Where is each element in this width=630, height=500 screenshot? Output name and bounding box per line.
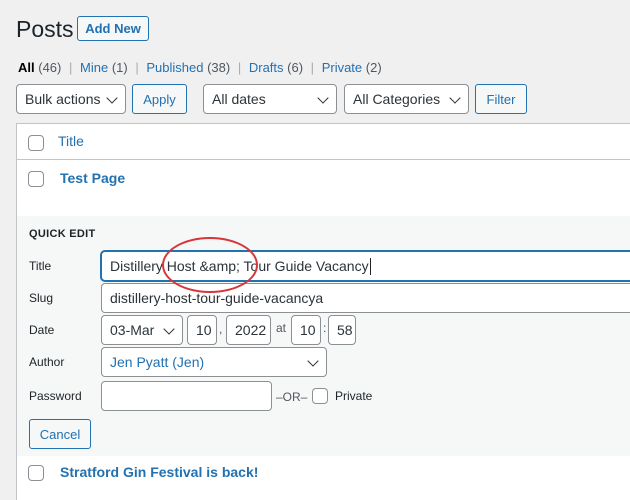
password-input[interactable] [101, 381, 272, 411]
at-text: at [276, 321, 287, 335]
author-value: Jen Pyatt (Jen) [110, 354, 205, 370]
minute-input[interactable]: 58 [328, 315, 356, 345]
quick-edit-panel: Quick Edit Title Distillery Host &amp; T… [17, 216, 630, 456]
view-separator: | [135, 60, 139, 75]
hour-value: 10 [300, 322, 316, 338]
view-published[interactable]: Published [146, 60, 203, 75]
posts-table: Title Test Page Quick Edit Title Distill… [16, 123, 630, 500]
chevron-down-icon [106, 92, 118, 104]
row-title-link[interactable]: Test Page [60, 170, 125, 186]
view-separator: | [69, 60, 73, 75]
view-separator: | [310, 60, 315, 75]
month-value: 03-Mar [110, 322, 155, 338]
time-colon: : [323, 321, 327, 335]
view-drafts-count: (6) [287, 60, 304, 75]
minute-value: 58 [337, 322, 353, 338]
apply-button[interactable]: Apply [132, 84, 187, 114]
date-label: Date [29, 323, 55, 337]
year-input[interactable]: 2022 [226, 315, 271, 345]
slug-label: Slug [29, 291, 54, 305]
view-drafts[interactable]: Drafts [249, 60, 284, 75]
private-label: Private [335, 389, 373, 403]
page-title: Posts [16, 16, 74, 42]
category-filter-value: All Categories [353, 91, 441, 107]
row-title-link[interactable]: Stratford Gin Festival is back! [60, 464, 258, 480]
hour-input[interactable]: 10 [291, 315, 321, 345]
day-input[interactable]: 10 [187, 315, 217, 345]
select-all-checkbox[interactable] [28, 135, 44, 151]
annotation-circle [162, 237, 258, 293]
category-filter-select[interactable]: All Categories [344, 84, 469, 114]
chevron-down-icon [307, 355, 319, 367]
chevron-down-icon [449, 92, 461, 104]
table-header-row: Title [17, 124, 630, 160]
date-filter-select[interactable]: All dates [203, 84, 337, 114]
date-filter-value: All dates [212, 91, 266, 107]
author-select[interactable]: Jen Pyatt (Jen) [101, 347, 327, 377]
text-caret [369, 257, 371, 275]
filter-button[interactable]: Filter [475, 84, 527, 114]
bulk-actions-value: Bulk actions [25, 91, 101, 107]
chevron-down-icon [317, 92, 329, 104]
password-label: Password [29, 389, 82, 403]
view-all-count: (46) [38, 60, 62, 75]
title-label: Title [29, 259, 52, 273]
view-all[interactable]: All [18, 60, 35, 75]
slug-input[interactable]: distillery-host-tour-guide-vacancya [101, 283, 630, 313]
private-checkbox[interactable] [312, 388, 328, 404]
cancel-button[interactable]: Cancel [29, 419, 91, 449]
view-mine-count: (1) [111, 60, 128, 75]
add-new-button[interactable]: Add New [77, 16, 149, 41]
quick-edit-heading: Quick Edit [29, 228, 96, 240]
view-private-count: (2) [365, 60, 382, 75]
author-label: Author [29, 355, 65, 369]
or-text: –OR– [276, 390, 308, 404]
view-mine[interactable]: Mine [80, 60, 108, 75]
row-checkbox[interactable] [28, 171, 44, 187]
row-checkbox[interactable] [28, 465, 44, 481]
view-published-count: (38) [207, 60, 231, 75]
chevron-down-icon [163, 323, 175, 335]
view-private[interactable]: Private [322, 60, 362, 75]
month-select[interactable]: 03-Mar [101, 315, 183, 345]
day-value: 10 [196, 322, 212, 338]
table-row: Test Page [17, 160, 630, 216]
year-value: 2022 [235, 322, 267, 338]
view-separator: | [237, 60, 242, 75]
bulk-actions-select[interactable]: Bulk actions [16, 84, 126, 114]
post-status-views: All (46) | Mine (1) | Published (38) | D… [18, 60, 382, 76]
table-row: Stratford Gin Festival is back! [17, 456, 630, 500]
date-comma: , [219, 322, 223, 336]
column-title-header[interactable]: Title [58, 133, 84, 149]
